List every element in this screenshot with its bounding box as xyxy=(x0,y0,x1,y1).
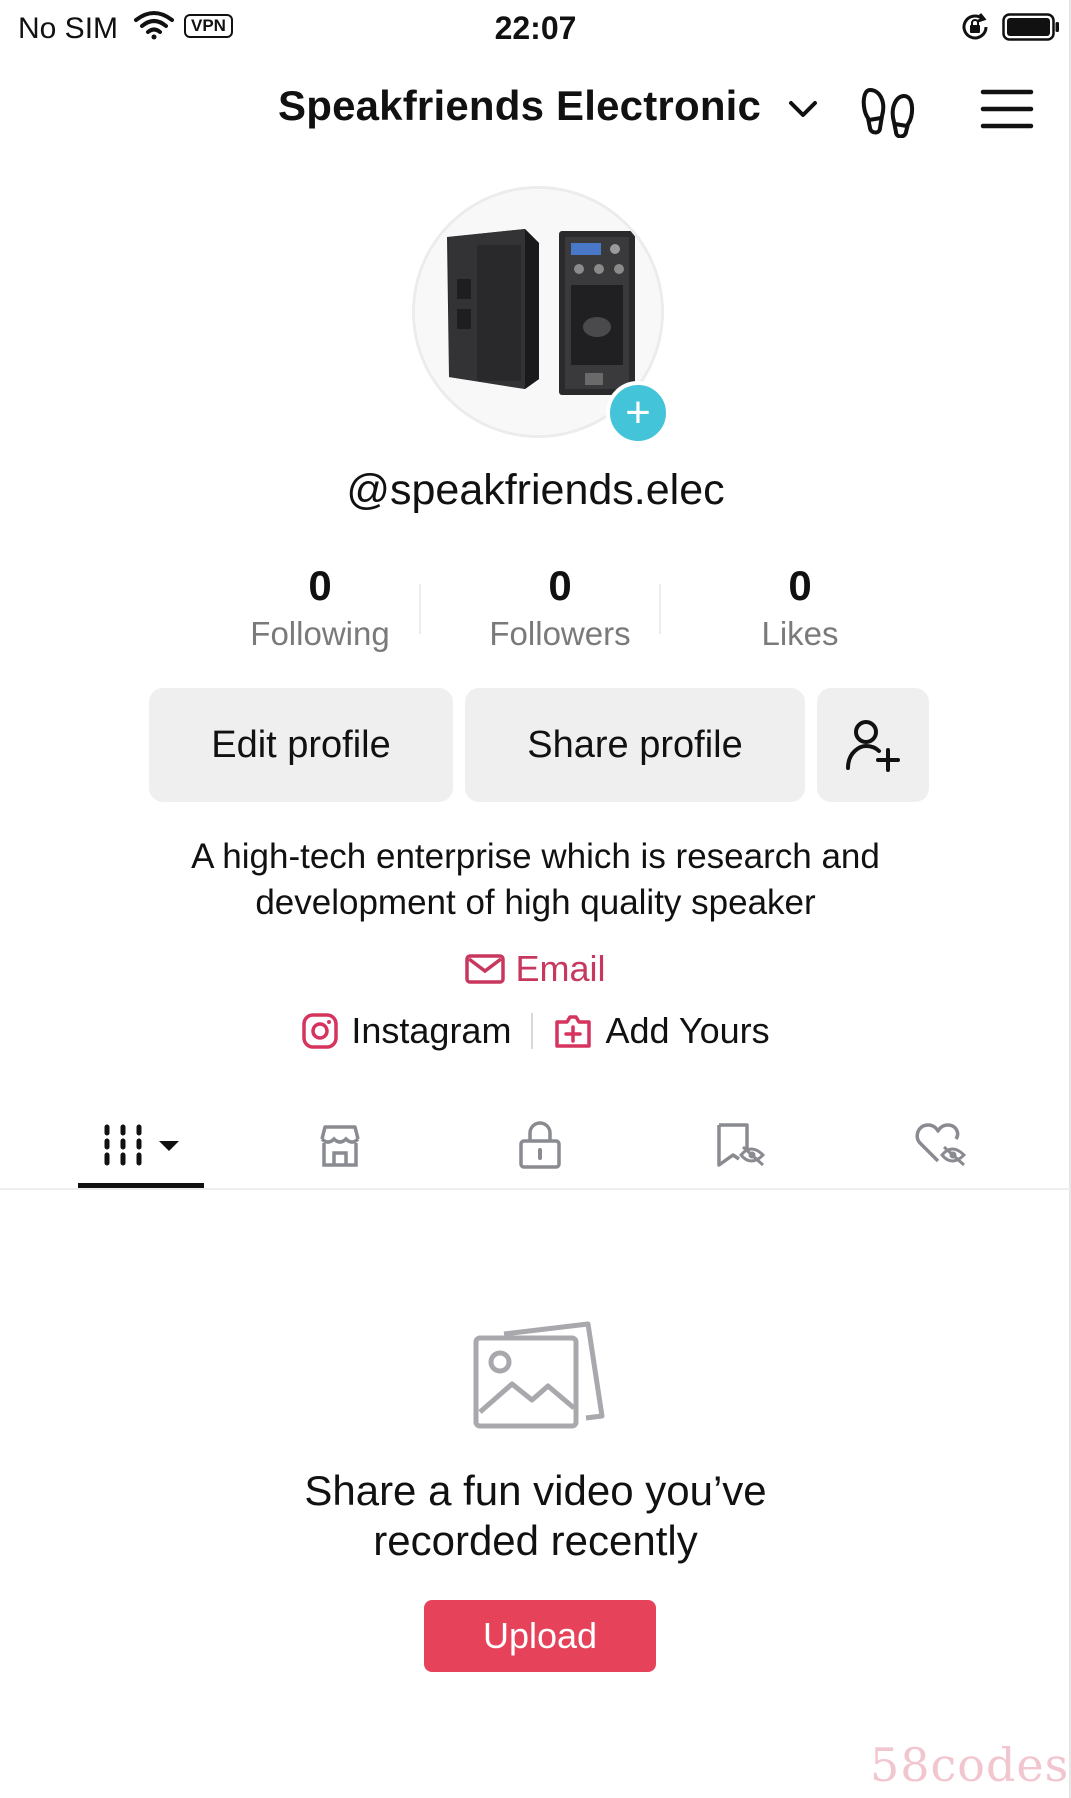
stat-label: Following xyxy=(250,615,390,652)
envelope-icon xyxy=(465,954,506,984)
stat-following[interactable]: 0 Following xyxy=(200,560,440,656)
empty-state-line: recorded recently xyxy=(373,1517,698,1564)
chevron-down-icon[interactable] xyxy=(786,92,820,126)
stat-likes[interactable]: 0 Likes xyxy=(680,560,920,656)
content-tabs xyxy=(0,1100,1071,1190)
shop-icon xyxy=(320,1125,360,1167)
status-bar: No SIM VPN 22:07 xyxy=(0,0,1071,60)
stats-row: 0 Following 0 Followers 0 Likes xyxy=(200,560,920,660)
tab-liked[interactable] xyxy=(900,1100,980,1190)
stat-divider xyxy=(659,584,661,634)
email-label: Email xyxy=(515,948,606,989)
bio-line: development of high quality speaker xyxy=(255,883,816,922)
add-yours-link[interactable]: Add Yours xyxy=(553,1010,770,1052)
instagram-link[interactable]: Instagram xyxy=(301,1010,511,1052)
add-avatar-button[interactable]: + xyxy=(606,381,670,445)
email-link[interactable]: Email xyxy=(0,944,1071,994)
battery-icon xyxy=(1002,13,1059,41)
stat-count: 0 xyxy=(308,562,332,609)
add-yours-icon xyxy=(555,1015,592,1048)
empty-state-line: Share a fun video you’ve xyxy=(304,1467,767,1514)
stat-label: Likes xyxy=(761,615,839,652)
videos-grid-icon xyxy=(104,1124,179,1166)
upload-button[interactable]: Upload xyxy=(424,1600,656,1672)
bio-text: A high-tech enterprise which is research… xyxy=(0,834,1071,926)
stat-divider xyxy=(419,584,421,634)
tab-videos[interactable] xyxy=(78,1100,204,1190)
stat-count: 0 xyxy=(788,562,812,609)
add-person-icon xyxy=(846,720,900,772)
instagram-label: Instagram xyxy=(351,1010,512,1051)
status-time: 22:07 xyxy=(494,10,577,46)
active-tab-indicator xyxy=(78,1183,204,1188)
add-friend-button[interactable] xyxy=(817,688,929,802)
tab-private[interactable] xyxy=(500,1100,580,1190)
add-yours-label: Add Yours xyxy=(605,1010,770,1051)
share-profile-button[interactable]: Share profile xyxy=(465,688,805,802)
menu-icon[interactable] xyxy=(980,86,1034,132)
links-row: Instagram Add Yours xyxy=(0,1004,1071,1058)
watermark: 58codes xyxy=(870,1738,1070,1792)
empty-state-title: Share a fun video you’ve recorded recent… xyxy=(0,1466,1071,1566)
stat-label: Followers xyxy=(489,615,631,652)
edit-profile-button[interactable]: Edit profile xyxy=(149,688,453,802)
photo-placeholder-icon xyxy=(473,1321,605,1429)
liked-hidden-icon xyxy=(915,1123,967,1167)
profile-screen: No SIM VPN 22:07 Speakfriends Electronic xyxy=(0,0,1071,1798)
bio-line: A high-tech enterprise which is research… xyxy=(191,837,880,876)
stat-count: 0 xyxy=(548,562,572,609)
footprint-icon[interactable] xyxy=(860,82,918,138)
username: @speakfriends.elec xyxy=(346,466,725,514)
profile-header: Speakfriends Electronic xyxy=(0,70,1071,150)
tab-shop[interactable] xyxy=(300,1100,380,1190)
lock-rotation-icon xyxy=(962,13,988,40)
instagram-icon xyxy=(302,1013,339,1049)
tab-saved[interactable] xyxy=(700,1100,780,1190)
stat-followers[interactable]: 0 Followers xyxy=(440,560,680,656)
saved-hidden-icon xyxy=(717,1123,766,1167)
plus-icon: + xyxy=(625,388,651,437)
link-divider xyxy=(531,1013,534,1049)
private-lock-icon xyxy=(519,1121,561,1169)
account-switcher-title[interactable]: Speakfriends Electronic xyxy=(278,82,761,130)
